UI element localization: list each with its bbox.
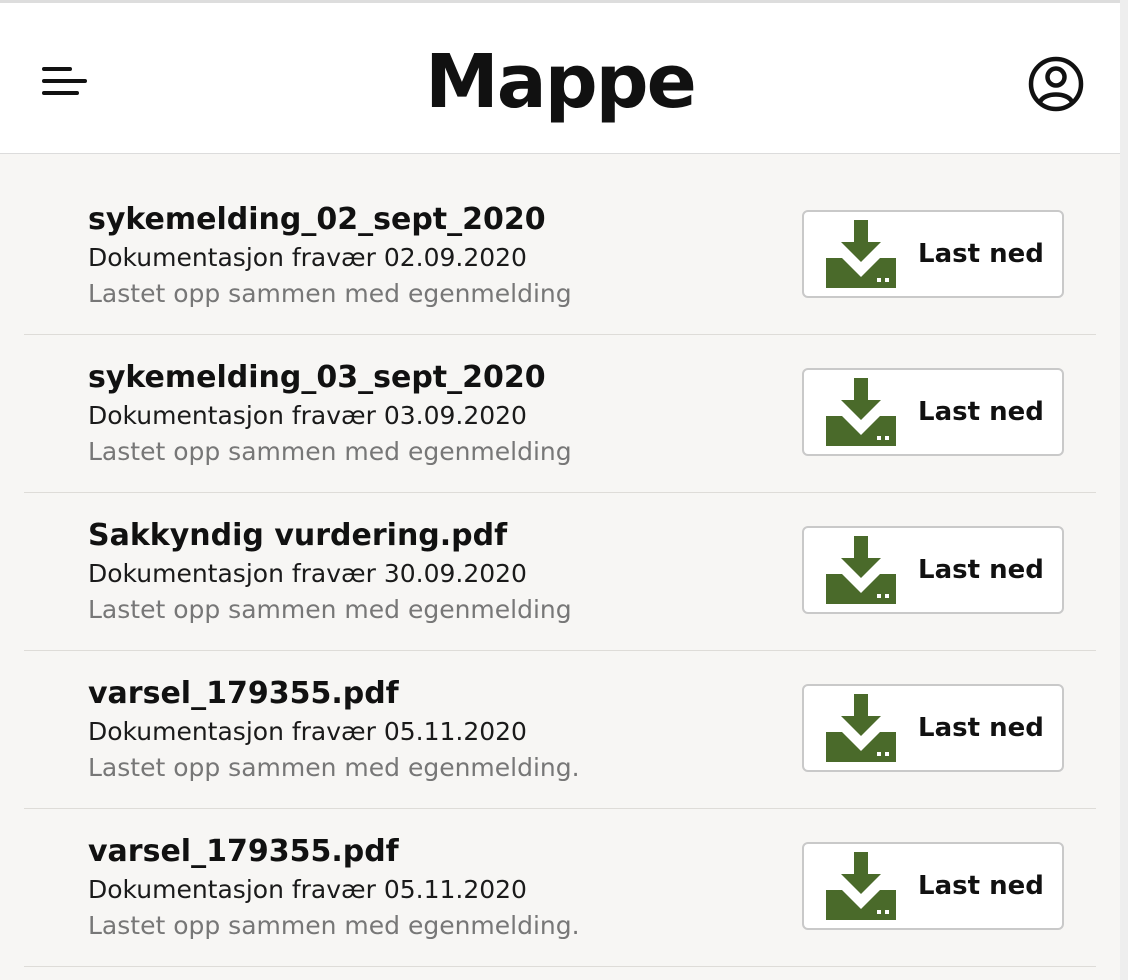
download-icon bbox=[826, 536, 896, 604]
download-button-label: Last ned bbox=[918, 397, 1044, 427]
document-name: sykemelding_02_sept_2020 bbox=[88, 202, 546, 237]
download-button-label: Last ned bbox=[918, 871, 1044, 901]
document-list-item: Sakkyndig vurdering.pdf Dokumentasjon fr… bbox=[24, 494, 1096, 651]
download-icon bbox=[826, 694, 896, 762]
user-profile-button[interactable] bbox=[1024, 52, 1088, 116]
document-name: sykemelding_03_sept_2020 bbox=[88, 360, 546, 395]
download-icon bbox=[826, 852, 896, 920]
document-info: sykemelding_02_sept_2020 Dokumentasjon f… bbox=[88, 200, 572, 312]
document-note: Lastet opp sammen med egenmelding bbox=[88, 437, 572, 466]
document-description: Dokumentasjon fravær 05.11.2020 bbox=[88, 717, 527, 746]
document-note: Lastet opp sammen med egenmelding bbox=[88, 595, 572, 624]
document-list-item: varsel_179355.pdf Dokumentasjon fravær 0… bbox=[24, 810, 1096, 967]
app-header: Mappe bbox=[0, 0, 1120, 154]
document-list-item: sykemelding_02_sept_2020 Dokumentasjon f… bbox=[24, 178, 1096, 335]
download-button[interactable]: Last ned bbox=[802, 526, 1064, 614]
document-name: varsel_179355.pdf bbox=[88, 676, 399, 711]
download-button[interactable]: Last ned bbox=[802, 210, 1064, 298]
document-description: Dokumentasjon fravær 02.09.2020 bbox=[88, 243, 527, 272]
document-list-item: sykemelding_03_sept_2020 Dokumentasjon f… bbox=[24, 336, 1096, 493]
download-button[interactable]: Last ned bbox=[802, 368, 1064, 456]
document-list: sykemelding_02_sept_2020 Dokumentasjon f… bbox=[24, 178, 1096, 968]
download-icon bbox=[826, 378, 896, 446]
download-button-label: Last ned bbox=[918, 713, 1044, 743]
document-note: Lastet opp sammen med egenmelding bbox=[88, 279, 572, 308]
document-description: Dokumentasjon fravær 05.11.2020 bbox=[88, 875, 527, 904]
document-info: varsel_179355.pdf Dokumentasjon fravær 0… bbox=[88, 832, 580, 944]
document-info: sykemelding_03_sept_2020 Dokumentasjon f… bbox=[88, 358, 572, 470]
document-info: varsel_179355.pdf Dokumentasjon fravær 0… bbox=[88, 674, 580, 786]
document-note: Lastet opp sammen med egenmelding. bbox=[88, 911, 580, 940]
document-info: Sakkyndig vurdering.pdf Dokumentasjon fr… bbox=[88, 516, 572, 628]
user-account-icon bbox=[1028, 56, 1084, 112]
document-note: Lastet opp sammen med egenmelding. bbox=[88, 753, 580, 782]
app-window: Mappe sykemelding_02_sept_2020 Dokumenta… bbox=[0, 0, 1120, 980]
download-icon bbox=[826, 220, 896, 288]
document-list-item: varsel_179355.pdf Dokumentasjon fravær 0… bbox=[24, 652, 1096, 809]
window-edge bbox=[1120, 0, 1128, 980]
download-button[interactable]: Last ned bbox=[802, 842, 1064, 930]
download-button[interactable]: Last ned bbox=[802, 684, 1064, 772]
document-description: Dokumentasjon fravær 30.09.2020 bbox=[88, 559, 527, 588]
document-description: Dokumentasjon fravær 03.09.2020 bbox=[88, 401, 527, 430]
page-title: Mappe bbox=[425, 39, 697, 125]
document-name: varsel_179355.pdf bbox=[88, 834, 399, 869]
download-button-label: Last ned bbox=[918, 239, 1044, 269]
document-name: Sakkyndig vurdering.pdf bbox=[88, 518, 508, 553]
download-button-label: Last ned bbox=[918, 555, 1044, 585]
